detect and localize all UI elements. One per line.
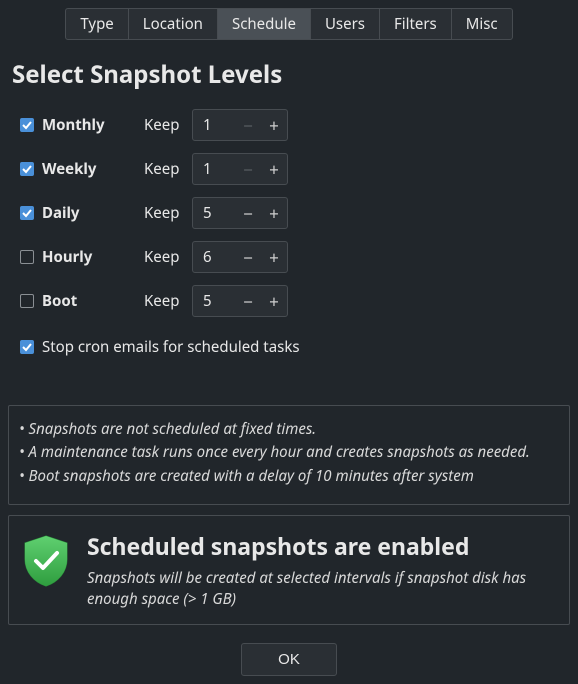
tab-schedule[interactable]: Schedule	[217, 8, 311, 40]
keep-spinner-hourly[interactable]: 6−+	[192, 241, 288, 273]
level-checkbox-boot[interactable]	[20, 294, 34, 308]
keep-label: Keep	[144, 203, 192, 223]
keep-value[interactable]: 5	[193, 291, 235, 311]
info-line: • A maintenance task runs once every hou…	[19, 441, 559, 464]
tab-misc[interactable]: Misc	[451, 8, 513, 40]
level-row-boot: Boot Keep5−+	[20, 285, 570, 317]
keep-spinner-boot[interactable]: 5−+	[192, 285, 288, 317]
keep-value[interactable]: 6	[193, 247, 235, 267]
info-line: • Snapshots are not scheduled at fixed t…	[19, 418, 559, 441]
minus-icon[interactable]: −	[235, 286, 261, 316]
level-row-hourly: Hourly Keep6−+	[20, 241, 570, 273]
level-row-weekly: Weekly Keep1−+	[20, 153, 570, 185]
keep-value[interactable]: 1	[193, 115, 235, 135]
level-label: Boot	[42, 291, 77, 311]
info-line: • Boot snapshots are created with a dela…	[19, 465, 559, 488]
cron-email-label: Stop cron emails for scheduled tasks	[42, 337, 300, 357]
tab-users[interactable]: Users	[310, 8, 380, 40]
minus-icon[interactable]: −	[235, 242, 261, 272]
shield-check-icon	[21, 534, 71, 588]
minus-icon[interactable]: −	[235, 110, 261, 140]
tab-type[interactable]: Type	[65, 8, 128, 40]
level-checkbox-monthly[interactable]	[20, 118, 34, 132]
level-checkbox-hourly[interactable]	[20, 250, 34, 264]
keep-label: Keep	[144, 115, 192, 135]
keep-label: Keep	[144, 247, 192, 267]
plus-icon[interactable]: +	[261, 110, 287, 140]
level-row-monthly: Monthly Keep1−+	[20, 109, 570, 141]
tab-filters[interactable]: Filters	[379, 8, 452, 40]
cron-email-row: Stop cron emails for scheduled tasks	[20, 337, 570, 357]
plus-icon[interactable]: +	[261, 242, 287, 272]
plus-icon[interactable]: +	[261, 154, 287, 184]
cron-email-checkbox[interactable]	[20, 340, 34, 354]
level-checkbox-weekly[interactable]	[20, 162, 34, 176]
snapshot-levels: MonthlyKeep1−+WeeklyKeep1−+DailyKeep5−+H…	[20, 109, 570, 317]
level-row-daily: Daily Keep5−+	[20, 197, 570, 229]
level-checkbox-daily[interactable]	[20, 206, 34, 220]
keep-spinner-monthly[interactable]: 1−+	[192, 109, 288, 141]
minus-icon[interactable]: −	[235, 154, 261, 184]
level-label: Hourly	[42, 247, 92, 267]
plus-icon[interactable]: +	[261, 286, 287, 316]
ok-button[interactable]: OK	[241, 643, 337, 676]
keep-label: Keep	[144, 291, 192, 311]
keep-spinner-daily[interactable]: 5−+	[192, 197, 288, 229]
status-body: Snapshots will be created at selected in…	[87, 568, 557, 610]
status-panel: Scheduled snapshots are enabled Snapshot…	[8, 515, 570, 625]
tab-bar: TypeLocationScheduleUsersFiltersMisc	[8, 0, 570, 54]
level-label: Weekly	[42, 159, 96, 179]
info-panel: • Snapshots are not scheduled at fixed t…	[8, 405, 570, 505]
page-title: Select Snapshot Levels	[12, 58, 570, 91]
keep-label: Keep	[144, 159, 192, 179]
keep-value[interactable]: 1	[193, 159, 235, 179]
plus-icon[interactable]: +	[261, 198, 287, 228]
minus-icon[interactable]: −	[235, 198, 261, 228]
level-label: Daily	[42, 203, 80, 223]
tab-location[interactable]: Location	[128, 8, 218, 40]
level-label: Monthly	[42, 115, 105, 135]
keep-value[interactable]: 5	[193, 203, 235, 223]
keep-spinner-weekly[interactable]: 1−+	[192, 153, 288, 185]
status-title: Scheduled snapshots are enabled	[87, 530, 557, 562]
